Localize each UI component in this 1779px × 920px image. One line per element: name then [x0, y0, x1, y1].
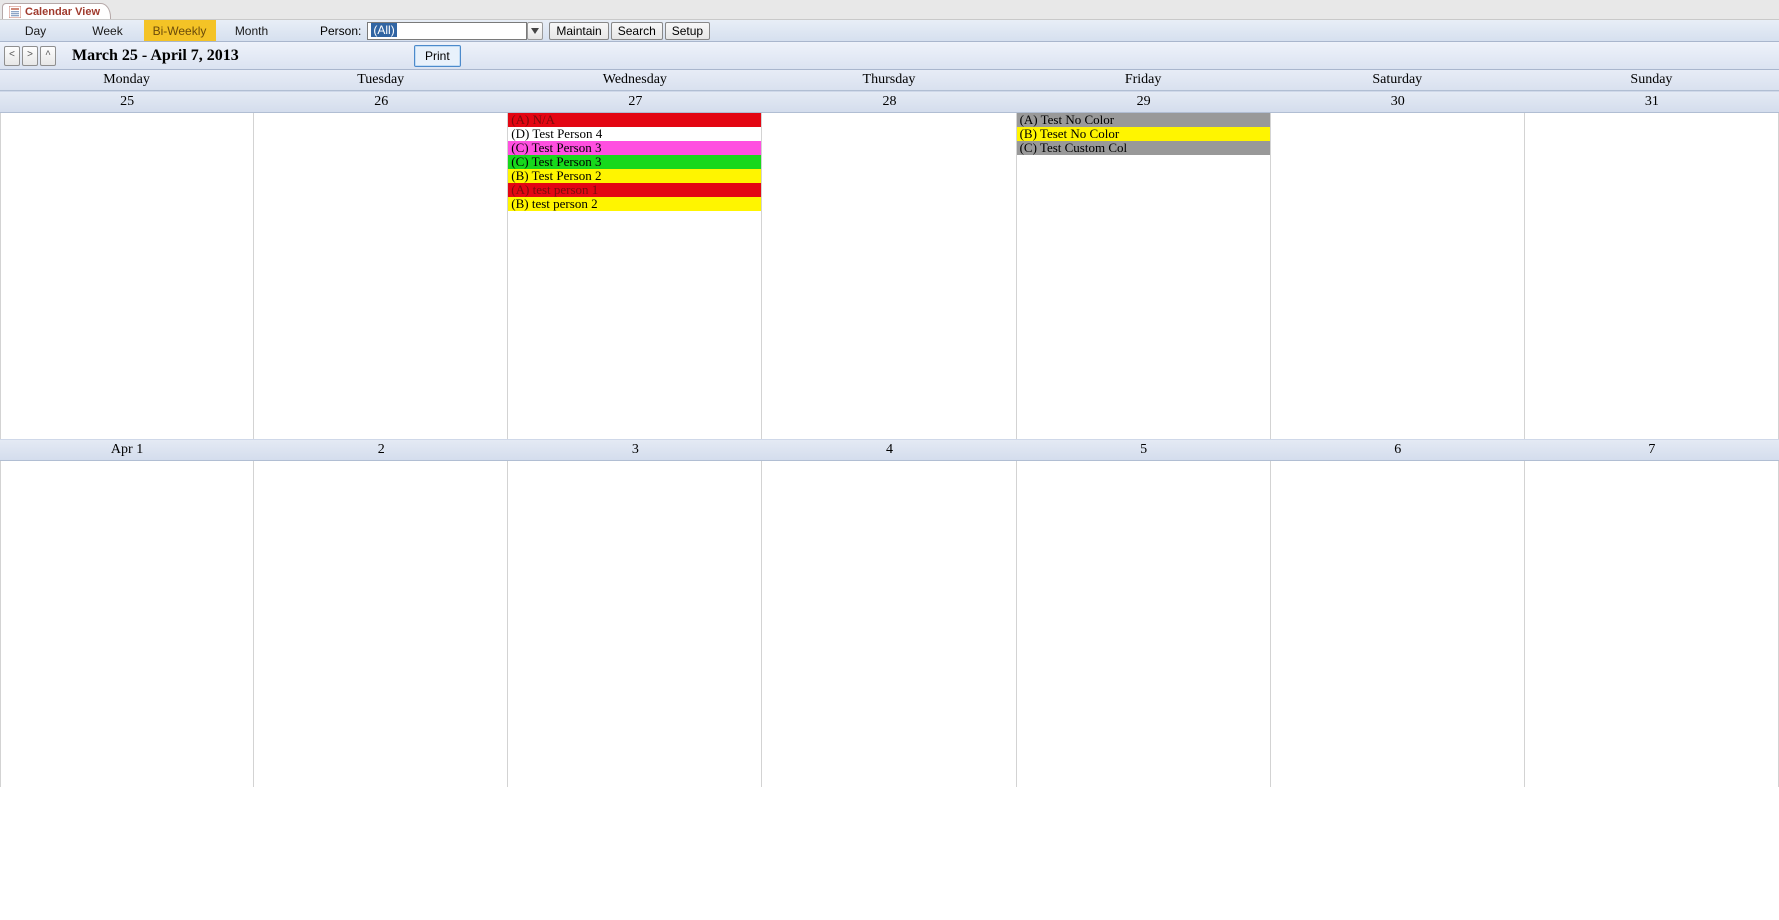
document-tab-bar: Calendar View: [0, 0, 1779, 20]
day-cell[interactable]: [1271, 113, 1525, 439]
calendar-event[interactable]: (B) Test Person 2: [508, 169, 761, 183]
calendar-event[interactable]: (C) Test Person 3: [508, 141, 761, 155]
date-cell[interactable]: 6: [1271, 440, 1525, 460]
search-button[interactable]: Search: [611, 22, 663, 40]
view-mode-biweekly[interactable]: Bi-Weekly: [144, 20, 216, 41]
day-header-sat: Saturday: [1271, 70, 1525, 90]
tab-calendar-view[interactable]: Calendar View: [2, 3, 111, 19]
calendar-event[interactable]: (D) Test Person 4: [508, 127, 761, 141]
date-cell[interactable]: 30: [1271, 92, 1525, 112]
date-cell[interactable]: Apr 1: [0, 440, 254, 460]
calendar-event[interactable]: (B) Teset No Color: [1017, 127, 1270, 141]
day-cell[interactable]: [254, 113, 508, 439]
date-cell[interactable]: 28: [762, 92, 1016, 112]
setup-button[interactable]: Setup: [665, 22, 710, 40]
day-cell[interactable]: [762, 113, 1016, 439]
date-nav-bar: < > ^ March 25 - April 7, 2013 Print: [0, 42, 1779, 70]
week2-body: [0, 461, 1779, 787]
date-cell[interactable]: 29: [1017, 92, 1271, 112]
calendar-event[interactable]: (B) test person 2: [508, 197, 761, 211]
date-cell[interactable]: 7: [1525, 440, 1779, 460]
date-cell[interactable]: 4: [762, 440, 1016, 460]
day-header-mon: Monday: [0, 70, 254, 90]
calendar-event[interactable]: (A) N/A: [508, 113, 761, 127]
day-header-tue: Tuesday: [254, 70, 508, 90]
maintain-button[interactable]: Maintain: [549, 22, 608, 40]
day-cell[interactable]: [762, 461, 1016, 787]
nav-prev-button[interactable]: <: [4, 46, 20, 66]
day-cell[interactable]: [1271, 461, 1525, 787]
person-dropdown-button[interactable]: [527, 22, 543, 40]
date-cell[interactable]: 25: [0, 92, 254, 112]
nav-next-button[interactable]: >: [22, 46, 38, 66]
print-button[interactable]: Print: [414, 45, 461, 67]
day-cell[interactable]: [508, 461, 762, 787]
view-mode-week[interactable]: Week: [72, 20, 144, 41]
calendar-event[interactable]: (A) Test No Color: [1017, 113, 1270, 127]
date-range-label: March 25 - April 7, 2013: [58, 47, 239, 65]
calendar-event[interactable]: (A) test person 1: [508, 183, 761, 197]
day-header-sun: Sunday: [1525, 70, 1779, 90]
tab-label: Calendar View: [25, 6, 100, 18]
week1-body: (A) N/A(D) Test Person 4(C) Test Person …: [0, 113, 1779, 439]
day-cell[interactable]: (A) Test No Color(B) Teset No Color(C) T…: [1017, 113, 1271, 439]
date-cell[interactable]: 31: [1525, 92, 1779, 112]
view-mode-month[interactable]: Month: [216, 20, 288, 41]
day-cell[interactable]: [1525, 113, 1779, 439]
week1-dates-row: 25 26 27 28 29 30 31: [0, 91, 1779, 113]
calendar-event[interactable]: (C) Test Person 3: [508, 155, 761, 169]
day-header-thu: Thursday: [762, 70, 1016, 90]
day-header-fri: Friday: [1017, 70, 1271, 90]
date-cell[interactable]: 27: [508, 92, 762, 112]
person-select-value: (All): [371, 23, 396, 37]
view-toolbar: Day Week Bi-Weekly Month Person: (All) M…: [0, 20, 1779, 42]
person-label: Person:: [308, 20, 367, 41]
day-header-wed: Wednesday: [508, 70, 762, 90]
view-mode-day[interactable]: Day: [0, 20, 72, 41]
day-cell[interactable]: [1525, 461, 1779, 787]
day-cell[interactable]: [1017, 461, 1271, 787]
form-icon: [9, 6, 21, 18]
day-cell[interactable]: [0, 461, 254, 787]
date-cell[interactable]: 2: [254, 440, 508, 460]
person-select[interactable]: (All): [367, 22, 527, 40]
day-cell[interactable]: [254, 461, 508, 787]
nav-up-button[interactable]: ^: [40, 46, 56, 66]
date-cell[interactable]: 26: [254, 92, 508, 112]
week2-dates-row: Apr 1 2 3 4 5 6 7: [0, 439, 1779, 461]
calendar-event[interactable]: (C) Test Custom Col: [1017, 141, 1270, 155]
day-cell[interactable]: (A) N/A(D) Test Person 4(C) Test Person …: [508, 113, 762, 439]
date-cell[interactable]: 5: [1017, 440, 1271, 460]
day-cell[interactable]: [0, 113, 254, 439]
date-cell[interactable]: 3: [508, 440, 762, 460]
day-of-week-header: Monday Tuesday Wednesday Thursday Friday…: [0, 70, 1779, 91]
